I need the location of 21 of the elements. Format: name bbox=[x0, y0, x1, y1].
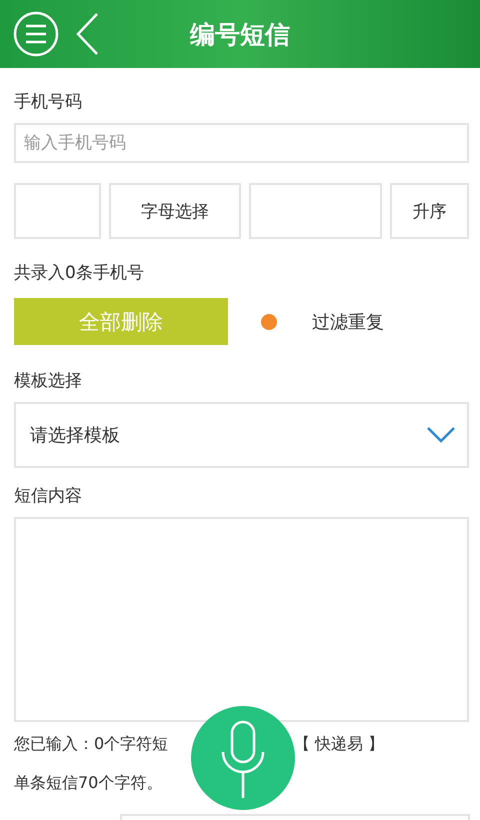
option-field[interactable] bbox=[249, 183, 382, 239]
message-textarea[interactable] bbox=[14, 517, 469, 722]
sort-button[interactable]: 字母选择 bbox=[109, 183, 242, 239]
field-label: 短信内容 bbox=[14, 485, 82, 507]
menu-icon[interactable] bbox=[13, 11, 59, 57]
typed-count-text: 您已输入：0个字符短 bbox=[14, 734, 168, 755]
microphone-icon bbox=[220, 718, 266, 798]
count-text: 共录入0条手机号 bbox=[14, 262, 144, 284]
phone-input[interactable]: 输入手机号码 bbox=[14, 123, 469, 163]
template-dropdown[interactable]: 请选择模板 bbox=[14, 402, 469, 468]
field-label: 模板选择 bbox=[14, 370, 82, 392]
chevron-down-icon bbox=[427, 427, 455, 443]
page-title: 编号短信 bbox=[190, 18, 290, 50]
filter-label[interactable]: 过滤重复 bbox=[312, 310, 384, 334]
option-field[interactable] bbox=[14, 183, 101, 239]
toggle-dot-icon[interactable] bbox=[260, 312, 278, 330]
back-icon[interactable] bbox=[75, 12, 99, 56]
sort-button[interactable]: 升序 bbox=[390, 183, 469, 239]
brand-text: 【 快递易 】 bbox=[294, 734, 384, 755]
field-label: 手机号码 bbox=[14, 91, 82, 113]
limit-text: 单条短信70个字符。 bbox=[14, 773, 162, 794]
